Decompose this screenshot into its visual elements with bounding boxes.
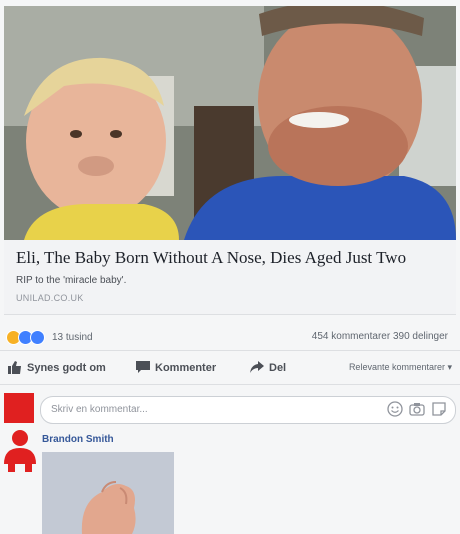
composer-icons: [387, 401, 447, 417]
sticker-icon[interactable]: [431, 401, 447, 417]
facebook-post: Eli, The Baby Born Without A Nose, Dies …: [0, 0, 460, 534]
link-preview[interactable]: Eli, The Baby Born Without A Nose, Dies …: [4, 240, 456, 315]
current-user-avatar: [4, 393, 34, 423]
comments-shares-count[interactable]: 454 kommentarer 390 delinger: [312, 331, 448, 342]
emoji-icon[interactable]: [387, 401, 403, 417]
share-icon: [250, 361, 264, 373]
like-reaction-icon: [30, 330, 45, 345]
comment-button-label: Kommenter: [155, 361, 217, 374]
like-button-label: Synes godt om: [27, 361, 106, 374]
camera-icon[interactable]: [409, 401, 425, 417]
share-button[interactable]: Del: [250, 361, 286, 374]
thumbs-up-icon: [8, 361, 21, 374]
commenter-name[interactable]: Brandon Smith: [42, 434, 114, 445]
comment-button[interactable]: Kommenter: [136, 361, 216, 374]
share-button-label: Del: [269, 361, 287, 374]
link-subtitle: RIP to the 'miracle baby'.: [16, 275, 127, 286]
like-button[interactable]: Synes godt om: [8, 361, 106, 374]
reaction-stats-bar: 13 tusind 454 kommentarer 390 delinger: [0, 322, 460, 351]
link-source: UNILAD.CO.UK: [16, 293, 84, 303]
comment-sort-dropdown[interactable]: Relevante kommentarer ▾: [349, 362, 452, 373]
reaction-summary[interactable]: 13 tusind: [6, 330, 93, 345]
comment-image[interactable]: [42, 452, 174, 534]
post-photo[interactable]: [4, 6, 456, 240]
reaction-count[interactable]: 13 tusind: [52, 332, 93, 343]
comment-icon: [136, 361, 150, 373]
post-action-bar: Synes godt om Kommenter Del Relevante ko…: [0, 352, 460, 385]
commenter-avatar[interactable]: [2, 428, 38, 472]
link-headline[interactable]: Eli, The Baby Born Without A Nose, Dies …: [16, 248, 446, 268]
comment-input[interactable]: Skriv en kommentar...: [40, 396, 456, 424]
comment-input-placeholder: Skriv en kommentar...: [51, 404, 148, 415]
